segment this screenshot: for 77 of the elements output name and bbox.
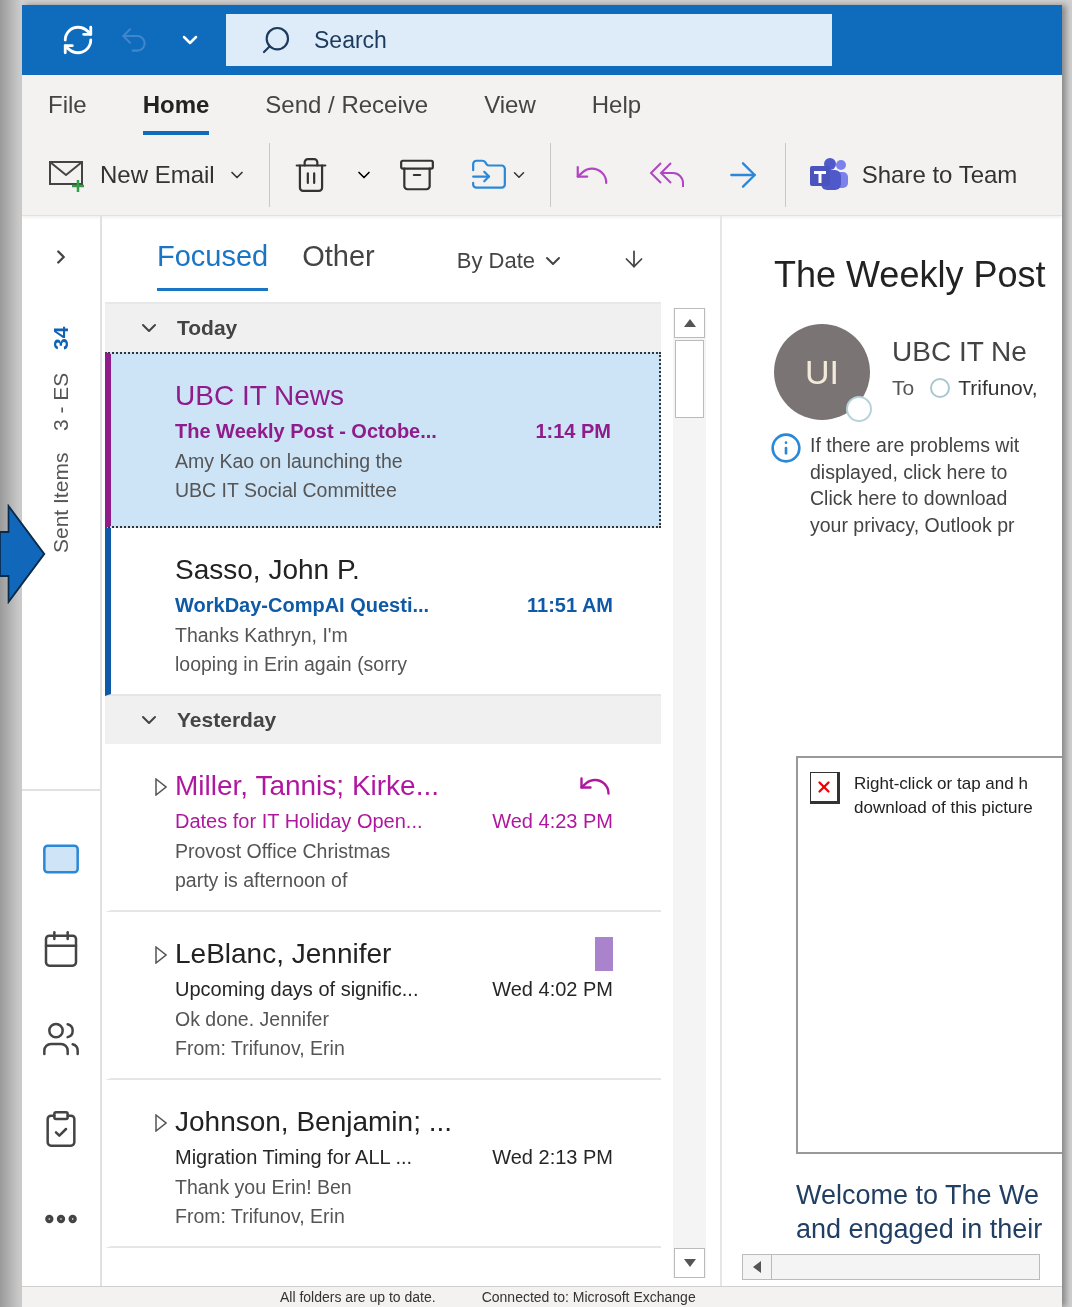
picture-notice-text: Right-click or tap and h (854, 773, 1029, 795)
preview-text: looping in Erin again (sorry (175, 652, 408, 677)
status-text: All folders are up to date. (280, 1289, 436, 1305)
subject-text: WorkDay-CompAI Questi... (175, 594, 430, 617)
account-label: 3 - ES (49, 372, 73, 431)
list-tab[interactable]: Focused (157, 216, 269, 291)
ribbon-tab[interactable]: File (48, 75, 87, 135)
preview-text: party is afternoon of (175, 868, 349, 893)
subject-text: The Weekly Post - Octobe... (175, 420, 437, 443)
share-to-teams-button[interactable]: Share to Team (797, 158, 1028, 192)
scroll-thumb[interactable] (675, 340, 704, 418)
folder-name[interactable]: Sent Items (49, 452, 73, 553)
sender-avatar: UI (774, 324, 870, 420)
body-text: Welcome to The We (796, 1179, 1041, 1212)
info-icon (770, 432, 802, 464)
body-text: and engaged in their (796, 1213, 1044, 1246)
recipient-name[interactable]: Trifunov, (958, 376, 1038, 400)
new-email-button[interactable]: New Email (38, 158, 257, 192)
info-text[interactable]: your privacy, Outlook pr (810, 511, 1020, 538)
search-field[interactable]: Search (226, 14, 832, 66)
expand-triangle-icon[interactable] (155, 1114, 167, 1132)
unread-count: 34 (49, 326, 73, 351)
preview-text: Provost Office Christmas (175, 839, 392, 864)
down-triangle-icon (683, 1259, 696, 1267)
group-label: Today (177, 316, 238, 340)
message-title: The Weekly Post (774, 254, 1047, 296)
message-item[interactable]: Sasso, John P. WorkDay-CompAI Questi... 11:51 AM Thanks Kathryn, I'm looping in Erin again (sorry (105, 528, 661, 696)
group-header[interactable]: Yesterday (105, 696, 661, 744)
picture-notice-text: download of this picture (854, 797, 1033, 819)
group-header[interactable]: Today (105, 304, 661, 352)
preview-text: UBC IT Social Committee (175, 478, 398, 503)
preview-text: From: Trifunov, Erin (175, 1036, 346, 1061)
sender-name: Johnson, Benjamin; ... (175, 1106, 453, 1138)
sender-name: UBC IT Ne (892, 336, 1028, 368)
to-label: To (892, 376, 915, 400)
time-text: 11:51 AM (527, 594, 613, 617)
list-tab[interactable]: Other (302, 216, 375, 291)
time-text: 1:14 PM (535, 420, 611, 443)
presence-icon (930, 378, 951, 398)
time-text: Wed 4:02 PM (492, 978, 613, 1001)
ribbon-tab[interactable]: View (484, 75, 536, 135)
info-text[interactable]: Click here to download (810, 485, 1020, 512)
scroll-down-button[interactable] (674, 1248, 705, 1278)
expand-triangle-icon[interactable] (155, 778, 167, 796)
preview-text: Amy Kao on launching the (175, 449, 404, 474)
sender-name: Miller, Tannis; Kirke... (175, 770, 440, 802)
info-text[interactable]: If there are problems wit (810, 432, 1020, 459)
up-triangle-icon (683, 319, 696, 327)
left-triangle-icon (753, 1261, 761, 1273)
sync-icon[interactable] (61, 23, 95, 57)
ribbon-tab[interactable]: Send / Receive (265, 75, 429, 135)
search-icon (260, 24, 292, 56)
expand-triangle-icon[interactable] (155, 946, 167, 964)
sort-dropdown[interactable]: By Date (456, 248, 565, 274)
group-label: Yesterday (177, 708, 277, 732)
sender-name: UBC IT News (175, 380, 345, 412)
presence-icon (846, 396, 872, 422)
preview-text: Thank you Erin! Ben (175, 1175, 353, 1200)
preview-text: From: Trifunov, Erin (175, 1204, 346, 1229)
broken-image-icon (810, 772, 840, 804)
ribbon-tab[interactable]: Help (591, 75, 642, 135)
subject-text: Migration Timing for ALL ... (175, 1146, 413, 1169)
time-text: Wed 4:23 PM (492, 810, 613, 833)
subject-text: Upcoming days of signific... (175, 978, 419, 1001)
scroll-up-button[interactable] (674, 308, 705, 338)
time-text: Wed 2:13 PM (492, 1146, 613, 1169)
status-text: Connected to: Microsoft Exchange (481, 1289, 696, 1305)
sender-name: Sasso, John P. (175, 554, 360, 586)
teams-icon (807, 158, 850, 192)
sender-name: LeBlanc, Jennifer (175, 938, 392, 970)
preview-text: Ok done. Jennifer (175, 1007, 330, 1032)
subject-text: Dates for IT Holiday Open... (175, 810, 423, 833)
preview-text: Thanks Kathryn, I'm (175, 623, 349, 648)
message-item[interactable]: UBC IT News The Weekly Post - Octobe... 1:14 PM Amy Kao on launching the UBC IT Social Committee (105, 352, 661, 528)
info-text[interactable]: displayed, click here to (810, 458, 1020, 485)
scrollbar[interactable] (673, 308, 706, 1278)
horizontal-scrollbar[interactable] (742, 1254, 1040, 1280)
